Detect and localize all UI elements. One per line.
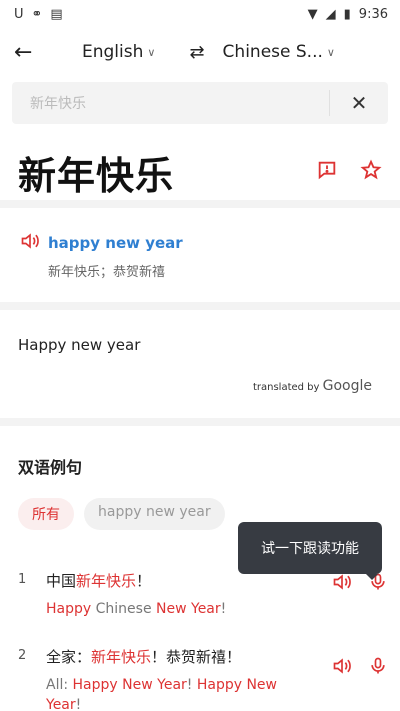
headword-actions	[316, 159, 382, 185]
example-actions	[332, 656, 388, 680]
status-bar: U ⚭ ▤ ▼ ◢ ▮ 9:36	[0, 0, 400, 28]
example-number: 2	[18, 648, 27, 663]
source-language-label: English	[82, 42, 144, 62]
filter-chip-all[interactable]: 所有	[18, 498, 74, 530]
dictionary-entry: happy new year 新年快乐；恭贺新禧	[0, 208, 400, 302]
target-language-selector[interactable]: Chinese S... ∨	[223, 42, 335, 62]
headword-row: 新年快乐	[0, 124, 400, 200]
magnet-icon: U	[14, 6, 24, 22]
example-english: All: Happy New Year! Happy New Year!	[46, 677, 277, 711]
wifi-icon: ▼	[307, 6, 318, 22]
star-icon[interactable]	[360, 159, 382, 185]
target-language-label: Chinese S...	[222, 42, 323, 62]
search-input[interactable]: 新年快乐	[12, 93, 329, 113]
example-chinese: 全家：新年快乐！恭贺新禧！	[46, 648, 242, 666]
headword: 新年快乐	[18, 153, 175, 198]
swap-languages-icon[interactable]: ⇄	[189, 42, 204, 63]
battery-icon: ▮	[343, 6, 351, 22]
clear-icon[interactable]: ✕	[330, 91, 388, 115]
section-divider	[0, 418, 400, 426]
chain-icon: ⚭	[31, 6, 43, 22]
section-divider	[0, 200, 400, 208]
top-bar: ← English ∨ ⇄ Chinese S... ∨	[0, 28, 400, 76]
example-number: 1	[18, 572, 27, 587]
examples-title: 双语例句	[18, 458, 83, 477]
chevron-down-icon: ∨	[147, 45, 156, 59]
dictionary-chinese: 新年快乐；恭贺新禧	[48, 265, 166, 280]
google-logo: Google	[322, 378, 372, 394]
example-item: 1 中国新年快乐！ Happy Chinese New Year!	[18, 570, 388, 619]
font-icon: ▤	[50, 6, 63, 22]
section-divider	[0, 302, 400, 310]
status-icons-left: U ⚭ ▤	[14, 7, 63, 22]
clock: 9:36	[358, 6, 388, 22]
back-arrow-icon[interactable]: ←	[14, 40, 44, 65]
status-icons-right: ▼ ◢ ▮ 9:36	[308, 7, 388, 22]
microphone-icon[interactable]	[368, 656, 388, 680]
speaker-icon[interactable]	[332, 572, 352, 596]
translation-credit: translated by Google	[253, 378, 372, 394]
dictionary-english[interactable]: happy new year	[48, 234, 183, 252]
source-language-selector[interactable]: English ∨	[82, 42, 155, 62]
speaker-icon[interactable]	[20, 232, 40, 254]
filter-chip-phrase[interactable]: happy new year	[84, 498, 225, 530]
report-icon[interactable]	[316, 159, 338, 185]
search-box[interactable]: 新年快乐 ✕	[12, 82, 388, 124]
no-signal-icon: ◢	[325, 6, 336, 22]
speaker-icon[interactable]	[332, 656, 352, 680]
machine-translation: Happy new year translated by Google	[0, 310, 400, 418]
chevron-down-icon: ∨	[326, 45, 335, 59]
example-english: Happy Chinese New Year!	[46, 601, 227, 617]
translation-text: Happy new year	[18, 336, 141, 354]
example-actions	[332, 572, 388, 596]
follow-read-tooltip: 试一下跟读功能	[238, 522, 382, 580]
credit-prefix: translated by	[252, 382, 320, 393]
example-item: 2 全家：新年快乐！恭贺新禧！ All: Happy New Year! Hap…	[18, 646, 388, 711]
